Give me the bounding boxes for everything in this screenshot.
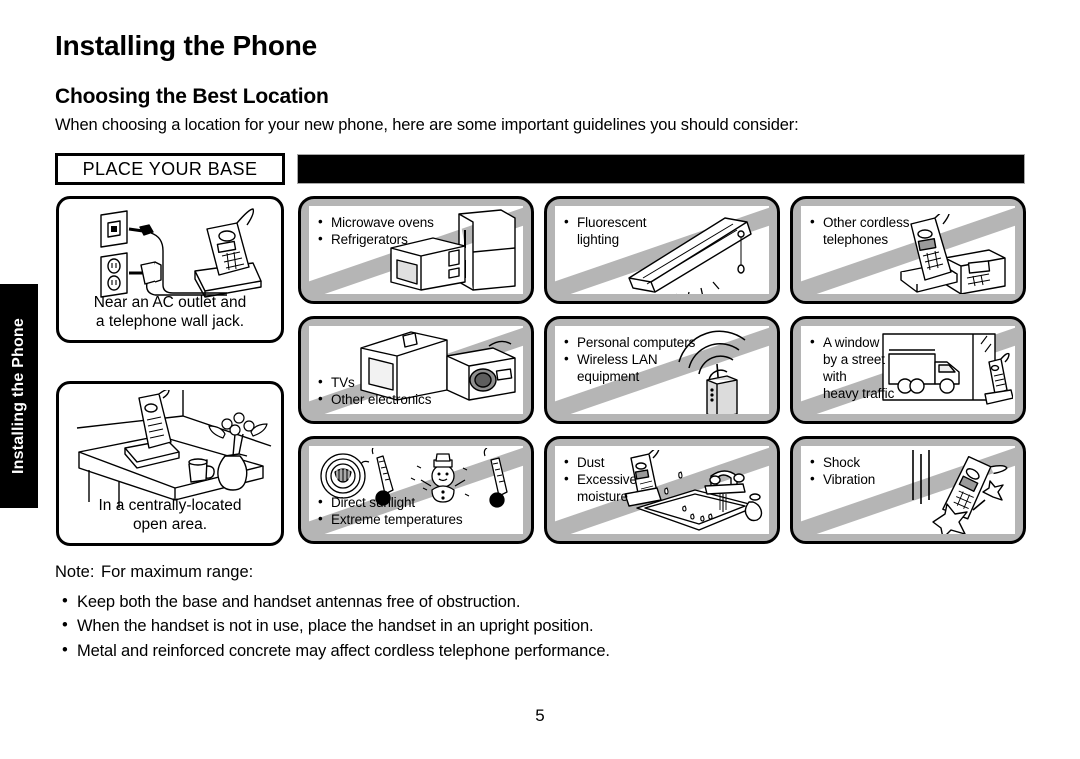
avoid-panel-text: Other cordless telephones: [810, 213, 909, 248]
avoid-item-list: TVs Other electronics: [318, 373, 431, 408]
intro-paragraph: When choosing a location for your new ph…: [55, 116, 799, 134]
avoid-item: Refrigerators: [318, 230, 434, 248]
page-title: Installing the Phone: [55, 30, 318, 61]
sink-faucet-handset-illustration: [624, 450, 763, 531]
note-bullet: Keep both the base and handset antennas …: [62, 589, 610, 614]
avoid-panel-other-cordless-telephones: Other cordless telephones: [790, 196, 1026, 304]
caption-line-2: open area.: [132, 516, 208, 534]
avoid-panel-microwave-refrigerator: Microwave ovens Refrigerators: [298, 196, 534, 304]
caption-line-2: a telephone wall jack.: [95, 313, 245, 331]
note-bullet: Metal and reinforced concrete may affect…: [62, 638, 610, 663]
avoid-panel-window-heavy-traffic: A window by a street with heavy traffic: [790, 316, 1026, 424]
note-bullet-list: Keep both the base and handset antennas …: [62, 589, 610, 663]
place-your-base-band: PLACE YOUR BASE: [55, 153, 1025, 185]
avoid-panel-text: Microwave ovens Refrigerators: [318, 213, 434, 248]
avoid-item-list: Direct sunlight Extreme temperatures: [318, 493, 463, 528]
avoid-item-list: Shock Vibration: [810, 453, 875, 488]
avoid-item-continuation: by a street: [823, 352, 885, 367]
window-truck-illustration: [882, 333, 1013, 405]
avoid-item-continuation: telephones: [823, 232, 889, 247]
avoid-item-continuation: equipment: [577, 369, 640, 384]
note-heading-text: For maximum range:: [101, 563, 254, 581]
section-title: Choosing the Best Location: [55, 85, 329, 108]
avoid-panel-fluorescent-lighting: Fluorescent lighting: [544, 196, 780, 304]
avoid-item: Extreme temperatures: [318, 510, 463, 528]
avoid-item: Dust: [564, 453, 637, 471]
page-number: 5: [535, 706, 545, 725]
avoid-item: Fluorescent: [564, 213, 647, 231]
avoid-panel-text: TVs Other electronics: [318, 373, 431, 408]
good-location-panel-open-area: In a centrally-located open area.: [56, 381, 284, 546]
avoid-panel-text: Personal computers Wireless LAN equipmen…: [564, 333, 695, 385]
avoid-item: Excessive: [564, 470, 637, 488]
place-your-base-label: PLACE YOUR BASE: [55, 153, 285, 185]
avoid-item-continuation: lighting: [577, 232, 619, 247]
note-bullet: When the handset is not in use, place th…: [62, 613, 610, 638]
note-heading: Note: For maximum range:: [55, 563, 253, 582]
avoid-item: Shock: [810, 453, 875, 471]
avoid-item: Wireless LAN: [564, 350, 695, 368]
avoid-item: Microwave ovens: [318, 213, 434, 231]
chapter-side-tab-label: Installing the Phone: [10, 317, 27, 475]
avoid-item: TVs: [318, 373, 431, 391]
black-header-bar: [297, 154, 1025, 184]
avoid-item: Other electronics: [318, 390, 431, 408]
table-corner-handset-illustration: [76, 390, 272, 508]
avoid-panel-tvs-other-electronics: TVs Other electronics: [298, 316, 534, 424]
chapter-side-tab: Installing the Phone: [0, 284, 38, 508]
avoid-panel-computers-wireless-lan: Personal computers Wireless LAN equipmen…: [544, 316, 780, 424]
avoid-panel-dust-moisture: Dust Excessive moisture: [544, 436, 780, 544]
avoid-item-list: Other cordless telephones: [810, 213, 909, 248]
avoid-item: Direct sunlight: [318, 493, 463, 511]
note-label: Note:: [55, 563, 95, 581]
avoid-item-continuation: heavy traffic: [823, 386, 895, 401]
avoid-item-continuation: moisture: [577, 489, 628, 504]
avoid-panel-sunlight-temperature: Direct sunlight Extreme temperatures: [298, 436, 534, 544]
avoid-item: Other cordless: [810, 213, 909, 231]
good-location-panel-near-ac-outlet: Near an AC outlet and a telephone wall j…: [56, 196, 284, 343]
avoid-item-list: A window by a street with heavy traffic: [810, 333, 895, 402]
avoid-item: A window: [810, 333, 894, 351]
avoid-item-list: Microwave ovens Refrigerators: [318, 213, 434, 248]
avoid-item-continuation: with: [823, 369, 847, 384]
wall-jack-outlet-base-illustration: [100, 208, 262, 298]
avoid-panel-text: Fluorescent lighting: [564, 213, 647, 248]
avoid-item-list: Personal computers Wireless LAN equipmen…: [564, 333, 695, 385]
avoid-item: Personal computers: [564, 333, 695, 351]
avoid-panel-shock-vibration: Shock Vibration: [790, 436, 1026, 544]
avoid-panel-text: Shock Vibration: [810, 453, 875, 488]
avoid-item-list: Dust Excessive moisture: [564, 453, 637, 505]
dropped-handset-illustration: [912, 450, 1008, 534]
avoid-item-list: Fluorescent lighting: [564, 213, 647, 248]
avoid-panel-text: Direct sunlight Extreme temperatures: [318, 493, 463, 528]
avoid-panel-text: A window by a street with heavy traffic: [810, 333, 895, 402]
avoid-item: Vibration: [810, 470, 875, 488]
avoid-panel-text: Dust Excessive moisture: [564, 453, 637, 505]
